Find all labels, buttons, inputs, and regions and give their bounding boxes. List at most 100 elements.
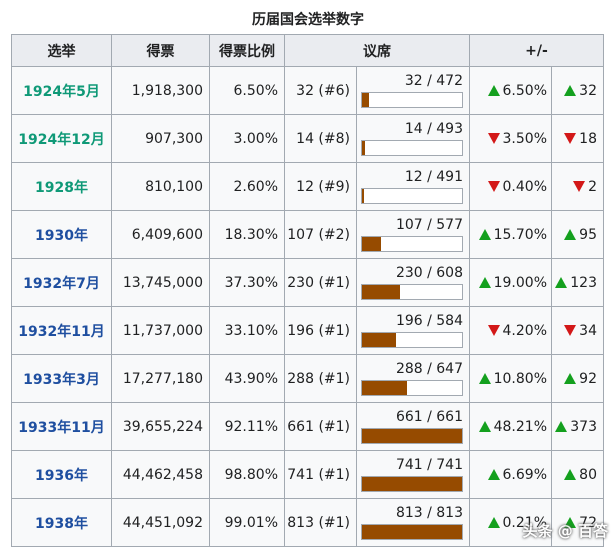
share-change-value: 15.70% bbox=[494, 227, 547, 243]
seat-change-cell: 80 bbox=[552, 451, 604, 499]
seat-fraction: 813 / 813 bbox=[361, 505, 463, 522]
seats-rank-cell: 288 (#1) bbox=[285, 355, 357, 403]
seat-bar-cell: 32 / 472 bbox=[357, 67, 470, 115]
election-year-link[interactable]: 1930年 bbox=[12, 211, 112, 259]
seat-fraction: 14 / 493 bbox=[361, 121, 463, 138]
header-election[interactable]: 选举 bbox=[12, 35, 112, 67]
seat-bar-fill bbox=[362, 285, 400, 299]
seats-rank-cell: 661 (#1) bbox=[285, 403, 357, 451]
vote-share-cell: 33.10% bbox=[210, 307, 285, 355]
seats-rank-cell: 12 (#9) bbox=[285, 163, 357, 211]
seat-bar-cell: 107 / 577 bbox=[357, 211, 470, 259]
votes-cell: 13,745,000 bbox=[112, 259, 210, 307]
arrow-up-icon bbox=[479, 373, 491, 384]
seats-rank-cell: 107 (#2) bbox=[285, 211, 357, 259]
seat-bar-cell: 741 / 741 bbox=[357, 451, 470, 499]
share-change-value: 0.40% bbox=[503, 179, 547, 195]
watermark: 头条 @ 百答 bbox=[523, 520, 608, 541]
seat-change-cell: 95 bbox=[552, 211, 604, 259]
share-change-cell: 10.80% bbox=[470, 355, 552, 403]
election-year-link[interactable]: 1933年3月 bbox=[12, 355, 112, 403]
header-change[interactable]: +/- bbox=[470, 35, 604, 67]
seat-bar-fill bbox=[362, 141, 365, 155]
vote-share-cell: 18.30% bbox=[210, 211, 285, 259]
share-change-cell: 3.50% bbox=[470, 115, 552, 163]
seat-fraction: 230 / 608 bbox=[361, 265, 463, 282]
seats-rank-cell: 32 (#6) bbox=[285, 67, 357, 115]
arrow-down-icon bbox=[564, 325, 576, 336]
seat-change-value: 32 bbox=[579, 83, 597, 99]
seat-bar bbox=[361, 476, 463, 492]
arrow-up-icon bbox=[488, 469, 500, 480]
election-year-link[interactable]: 1924年5月 bbox=[12, 67, 112, 115]
seat-change-cell: 123 bbox=[552, 259, 604, 307]
seat-bar bbox=[361, 332, 463, 348]
seat-bar bbox=[361, 236, 463, 252]
vote-share-cell: 37.30% bbox=[210, 259, 285, 307]
seat-bar-fill bbox=[362, 333, 396, 347]
election-year-link[interactable]: 1928年 bbox=[12, 163, 112, 211]
election-year-link[interactable]: 1936年 bbox=[12, 451, 112, 499]
votes-cell: 39,655,224 bbox=[112, 403, 210, 451]
election-year-link[interactable]: 1938年 bbox=[12, 499, 112, 547]
arrow-down-icon bbox=[488, 133, 500, 144]
share-change-cell: 19.00% bbox=[470, 259, 552, 307]
seat-change-cell: 34 bbox=[552, 307, 604, 355]
arrow-up-icon bbox=[555, 421, 567, 432]
arrow-down-icon bbox=[564, 133, 576, 144]
seat-change-cell: 373 bbox=[552, 403, 604, 451]
header-votes[interactable]: 得票 bbox=[112, 35, 210, 67]
seat-change-cell: 18 bbox=[552, 115, 604, 163]
share-change-value: 3.50% bbox=[503, 131, 547, 147]
arrow-up-icon bbox=[555, 277, 567, 288]
seat-fraction: 12 / 491 bbox=[361, 169, 463, 186]
seat-bar-fill bbox=[362, 93, 369, 107]
seat-bar-cell: 12 / 491 bbox=[357, 163, 470, 211]
seat-change-cell: 92 bbox=[552, 355, 604, 403]
header-row: 选举 得票 得票比例 议席 +/- bbox=[12, 35, 604, 67]
share-change-cell: 48.21% bbox=[470, 403, 552, 451]
table-row: 1933年11月 39,655,224 92.11% 661 (#1) 661 … bbox=[12, 403, 604, 451]
seat-change-value: 95 bbox=[579, 227, 597, 243]
vote-share-cell: 43.90% bbox=[210, 355, 285, 403]
table-row: 1938年 44,451,092 99.01% 813 (#1) 813 / 8… bbox=[12, 499, 604, 547]
seat-fraction: 288 / 647 bbox=[361, 361, 463, 378]
share-change-cell: 15.70% bbox=[470, 211, 552, 259]
vote-share-cell: 3.00% bbox=[210, 115, 285, 163]
arrow-up-icon bbox=[479, 421, 491, 432]
header-vote-share[interactable]: 得票比例 bbox=[210, 35, 285, 67]
arrow-up-icon bbox=[564, 229, 576, 240]
share-change-cell: 6.69% bbox=[470, 451, 552, 499]
seat-bar-cell: 288 / 647 bbox=[357, 355, 470, 403]
share-change-cell: 6.50% bbox=[470, 67, 552, 115]
share-change-value: 6.69% bbox=[503, 467, 547, 483]
seat-bar-cell: 196 / 584 bbox=[357, 307, 470, 355]
election-year-link[interactable]: 1924年12月 bbox=[12, 115, 112, 163]
table-row: 1932年7月 13,745,000 37.30% 230 (#1) 230 /… bbox=[12, 259, 604, 307]
arrow-down-icon bbox=[488, 325, 500, 336]
votes-cell: 907,300 bbox=[112, 115, 210, 163]
election-year-link[interactable]: 1932年11月 bbox=[12, 307, 112, 355]
seat-change-value: 92 bbox=[579, 371, 597, 387]
seat-bar bbox=[361, 428, 463, 444]
election-year-link[interactable]: 1932年7月 bbox=[12, 259, 112, 307]
vote-share-cell: 92.11% bbox=[210, 403, 285, 451]
votes-cell: 17,277,180 bbox=[112, 355, 210, 403]
share-change-cell: 0.40% bbox=[470, 163, 552, 211]
seat-bar bbox=[361, 140, 463, 156]
election-year-link[interactable]: 1933年11月 bbox=[12, 403, 112, 451]
arrow-up-icon bbox=[479, 277, 491, 288]
seat-change-value: 80 bbox=[579, 467, 597, 483]
arrow-up-icon bbox=[564, 85, 576, 96]
seat-bar-fill bbox=[362, 381, 407, 395]
share-change-value: 10.80% bbox=[494, 371, 547, 387]
seat-fraction: 107 / 577 bbox=[361, 217, 463, 234]
seat-bar-cell: 230 / 608 bbox=[357, 259, 470, 307]
header-seats[interactable]: 议席 bbox=[285, 35, 470, 67]
seats-rank-cell: 196 (#1) bbox=[285, 307, 357, 355]
seat-fraction: 741 / 741 bbox=[361, 457, 463, 474]
table-caption: 历届国会选举数字 bbox=[0, 6, 616, 34]
seat-bar-fill bbox=[362, 525, 462, 539]
seats-rank-cell: 813 (#1) bbox=[285, 499, 357, 547]
arrow-down-icon bbox=[573, 181, 585, 192]
